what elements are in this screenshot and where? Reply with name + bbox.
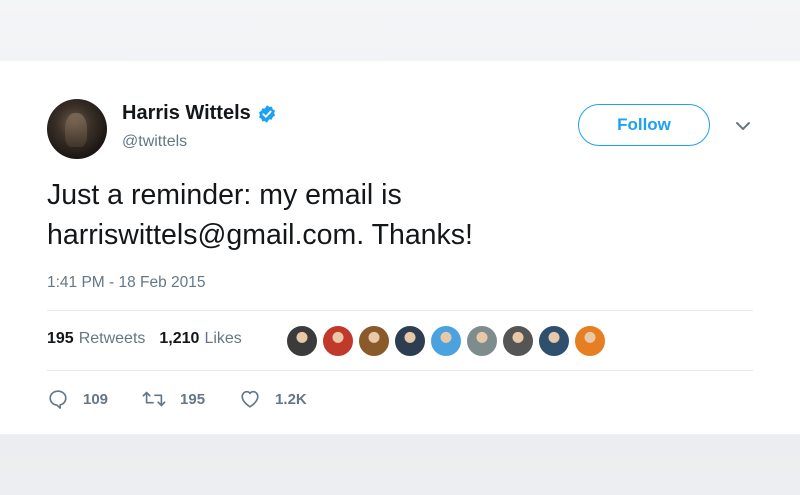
tweet-text-line: harriswittels@gmail.com. Thanks! (47, 219, 473, 251)
verified-badge-icon (258, 104, 275, 123)
liker-avatars (286, 325, 610, 357)
retweet-action[interactable]: 195 (142, 388, 205, 410)
retweet-icon (142, 391, 166, 407)
liker-avatar[interactable] (358, 325, 390, 357)
like-count: 1.2K (275, 390, 307, 408)
liker-avatar[interactable] (574, 325, 606, 357)
liker-avatar[interactable] (466, 325, 498, 357)
liker-avatar[interactable] (502, 325, 534, 357)
tweet-actions: 109 195 1.2K (47, 388, 341, 410)
tweet-timestamp[interactable]: 1:41 PM - 18 Feb 2015 (47, 274, 206, 292)
avatar[interactable] (47, 99, 107, 159)
liker-avatar[interactable] (322, 325, 354, 357)
liker-avatar[interactable] (538, 325, 570, 357)
liker-avatar[interactable] (394, 325, 426, 357)
divider (47, 310, 753, 311)
author-name[interactable]: Harris Wittels (122, 102, 251, 125)
liker-avatar[interactable] (286, 325, 318, 357)
tweet-stats: 195 Retweets 1,210 Likes (47, 330, 256, 348)
heart-icon (241, 390, 259, 408)
retweets-count[interactable]: 195 (47, 330, 74, 348)
likes-label[interactable]: Likes (204, 330, 241, 348)
divider (47, 370, 753, 371)
liker-avatar[interactable] (430, 325, 462, 357)
reply-icon (49, 390, 67, 409)
tweet-text: Just a reminder: my email is harriswitte… (47, 175, 747, 255)
author-name-row: Harris Wittels (122, 102, 277, 125)
likes-count[interactable]: 1,210 (159, 330, 199, 348)
chevron-down-icon[interactable] (735, 120, 751, 132)
reply-count: 109 (83, 390, 109, 408)
reply-action[interactable]: 109 (47, 388, 108, 410)
tweet-text-line: Just a reminder: my email is (47, 179, 402, 211)
author-handle[interactable]: @twittels (122, 133, 187, 151)
retweet-count: 195 (180, 390, 206, 408)
retweets-label[interactable]: Retweets (79, 330, 146, 348)
follow-button[interactable]: Follow (578, 104, 710, 146)
like-action[interactable]: 1.2K (239, 388, 307, 410)
